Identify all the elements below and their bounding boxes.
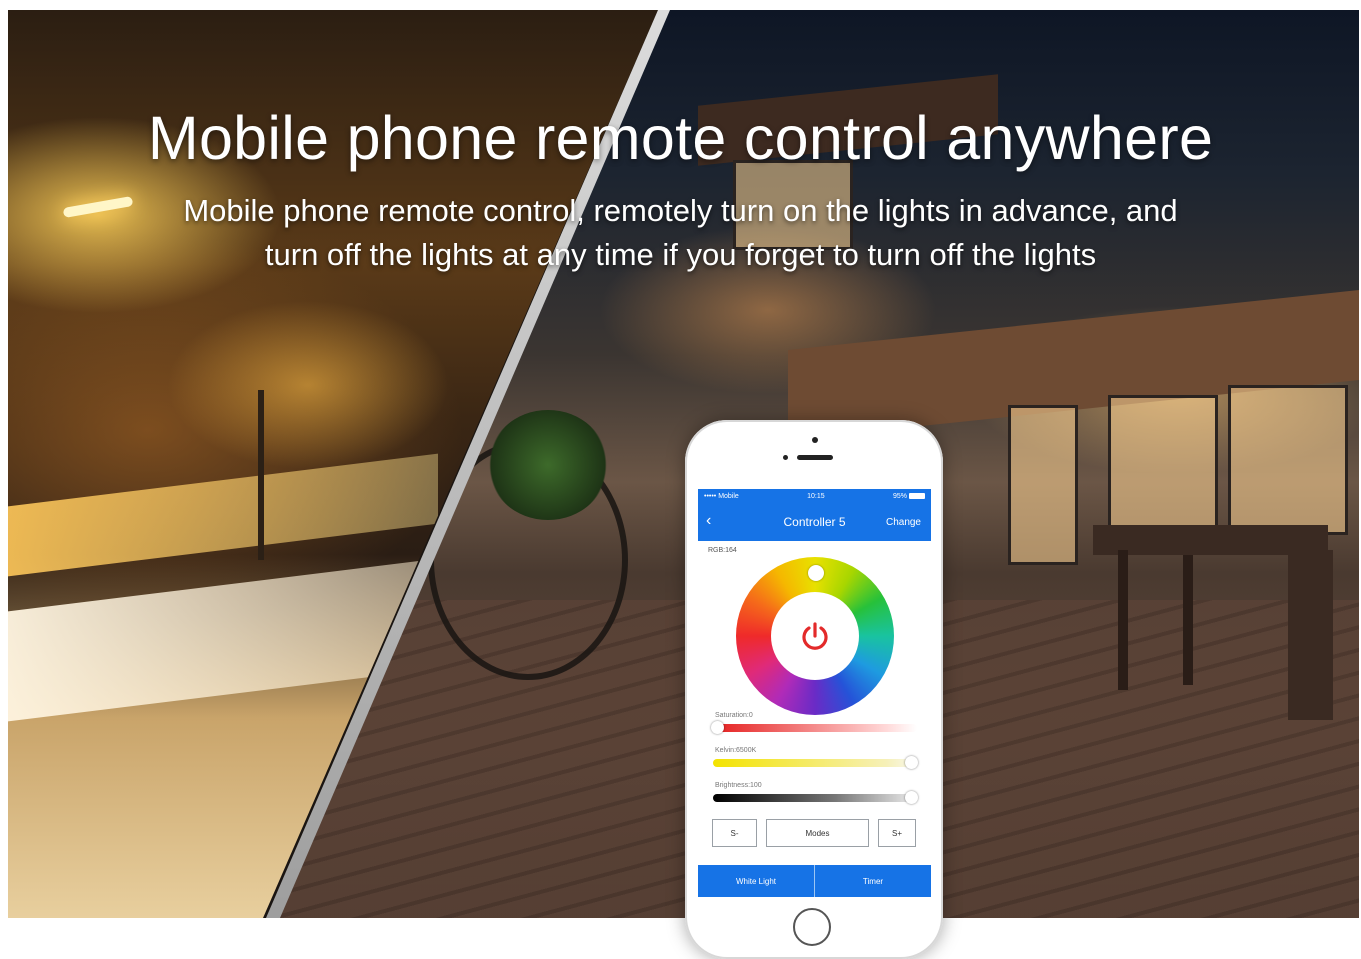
earpiece bbox=[797, 455, 833, 460]
app-screen: ••••• Mobile 10:15 95% ‹ Controller 5 Ch… bbox=[698, 489, 931, 897]
wheel-center bbox=[771, 592, 859, 680]
change-button[interactable]: Change bbox=[886, 517, 921, 528]
subtitle-line-1: Mobile phone remote control, remotely tu… bbox=[183, 193, 1178, 228]
color-wheel-knob[interactable] bbox=[808, 565, 824, 581]
brightness-label: Brightness:100 bbox=[715, 782, 762, 789]
kelvin-thumb[interactable] bbox=[905, 756, 918, 769]
tab-white-light[interactable]: White Light bbox=[698, 865, 814, 897]
brightness-slider[interactable] bbox=[713, 791, 918, 804]
camera-icon bbox=[783, 455, 788, 460]
speed-down-button[interactable]: S- bbox=[712, 819, 757, 847]
home-button[interactable] bbox=[793, 908, 831, 946]
subtitle-line-2: turn off the lights at any time if you f… bbox=[264, 237, 1097, 272]
color-wheel[interactable] bbox=[736, 557, 894, 715]
phone-mockup: ••••• Mobile 10:15 95% ‹ Controller 5 Ch… bbox=[685, 420, 943, 959]
tab-bar: White Light Timer bbox=[698, 865, 931, 897]
speed-up-button[interactable]: S+ bbox=[878, 819, 916, 847]
front-sensor bbox=[812, 437, 818, 443]
modes-button[interactable]: Modes bbox=[766, 819, 869, 847]
saturation-slider[interactable] bbox=[711, 721, 917, 734]
battery-icon bbox=[909, 492, 925, 499]
page-title: Mobile phone remote control anywhere bbox=[147, 104, 1214, 172]
tab-timer[interactable]: Timer bbox=[814, 865, 931, 897]
battery-indicator: 95% bbox=[893, 493, 925, 500]
power-icon[interactable] bbox=[798, 619, 832, 653]
rgb-value: RGB:164 bbox=[708, 547, 737, 554]
clock: 10:15 bbox=[807, 492, 825, 500]
brightness-thumb[interactable] bbox=[905, 791, 918, 804]
saturation-label: Saturation:0 bbox=[715, 712, 753, 719]
kelvin-label: Kelvin:6500K bbox=[715, 747, 757, 754]
carrier-label: ••••• Mobile bbox=[704, 492, 739, 500]
saturation-thumb[interactable] bbox=[711, 721, 724, 734]
status-bar: ••••• Mobile 10:15 95% bbox=[698, 489, 931, 503]
kelvin-slider[interactable] bbox=[713, 756, 918, 769]
nav-bar: ‹ Controller 5 Change bbox=[698, 503, 931, 541]
